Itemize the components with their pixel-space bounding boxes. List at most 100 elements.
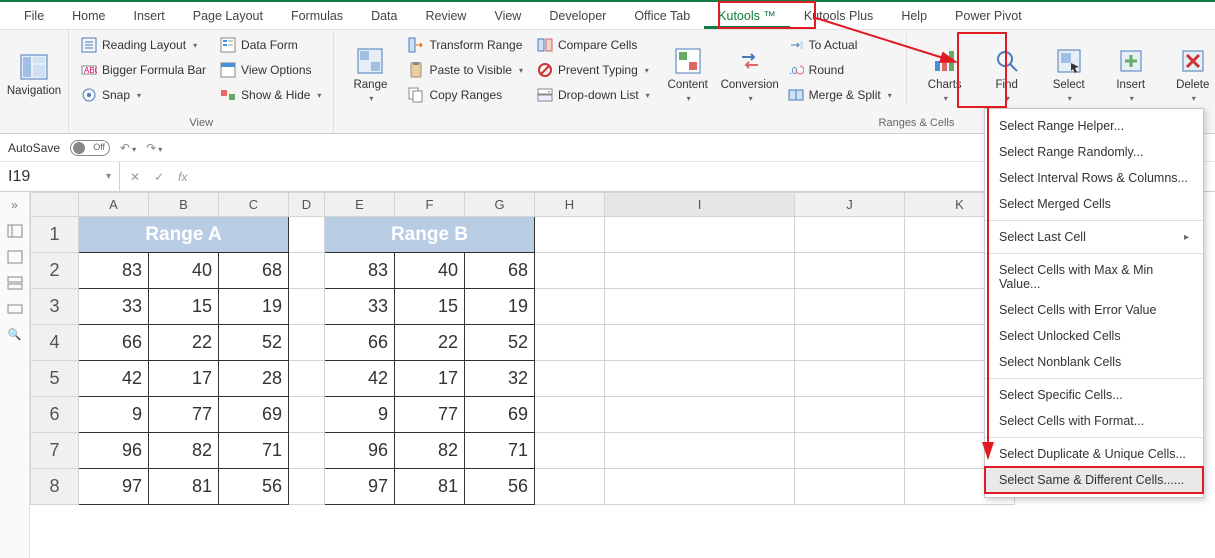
tab-formulas[interactable]: Formulas bbox=[277, 2, 357, 29]
tab-kutools[interactable]: Kutools ™ bbox=[704, 2, 790, 29]
cell[interactable]: 9 bbox=[79, 397, 149, 433]
cell[interactable] bbox=[605, 469, 795, 505]
tab-home[interactable]: Home bbox=[58, 2, 119, 29]
cell[interactable] bbox=[605, 325, 795, 361]
select-all-corner[interactable] bbox=[31, 193, 79, 217]
cell[interactable]: 56 bbox=[465, 469, 535, 505]
column-header[interactable]: G bbox=[465, 193, 535, 217]
tool-icon[interactable] bbox=[7, 224, 23, 238]
cell[interactable] bbox=[535, 325, 605, 361]
menu-item[interactable]: Select Last Cell▸ bbox=[985, 224, 1203, 250]
cell[interactable]: 15 bbox=[395, 289, 465, 325]
cell[interactable] bbox=[795, 433, 905, 469]
range-button[interactable]: Range▾ bbox=[342, 34, 398, 114]
cell[interactable]: 22 bbox=[395, 325, 465, 361]
cell[interactable]: 83 bbox=[79, 253, 149, 289]
cell[interactable]: 22 bbox=[149, 325, 219, 361]
cell[interactable] bbox=[535, 397, 605, 433]
merge-split-button[interactable]: Merge & Split▾ bbox=[784, 84, 896, 106]
column-header[interactable]: D bbox=[289, 193, 325, 217]
row-header[interactable]: 8 bbox=[31, 469, 79, 505]
tab-data[interactable]: Data bbox=[357, 2, 411, 29]
navigation-button[interactable]: Navigation bbox=[6, 34, 62, 114]
menu-item[interactable]: Select Cells with Error Value bbox=[985, 297, 1203, 323]
cell[interactable]: 77 bbox=[395, 397, 465, 433]
tab-insert[interactable]: Insert bbox=[120, 2, 179, 29]
cell[interactable] bbox=[605, 361, 795, 397]
column-header[interactable]: B bbox=[149, 193, 219, 217]
tab-developer[interactable]: Developer bbox=[535, 2, 620, 29]
cell[interactable]: 52 bbox=[219, 325, 289, 361]
cell[interactable] bbox=[289, 433, 325, 469]
cell[interactable] bbox=[289, 217, 325, 253]
fx-icon[interactable]: fx bbox=[178, 170, 187, 184]
tool-icon[interactable] bbox=[7, 302, 23, 316]
enter-formula-icon[interactable]: ✓ bbox=[154, 170, 164, 184]
cell[interactable] bbox=[605, 217, 795, 253]
prevent-typing-button[interactable]: Prevent Typing▾ bbox=[533, 59, 654, 81]
column-header[interactable]: I bbox=[605, 193, 795, 217]
menu-item[interactable]: Select Nonblank Cells bbox=[985, 349, 1203, 375]
menu-item[interactable]: Select Merged Cells bbox=[985, 191, 1203, 217]
compare-cells-button[interactable]: Compare Cells bbox=[533, 34, 654, 56]
column-header[interactable]: A bbox=[79, 193, 149, 217]
tab-review[interactable]: Review bbox=[411, 2, 480, 29]
cell[interactable]: 33 bbox=[79, 289, 149, 325]
cell[interactable] bbox=[795, 361, 905, 397]
cell[interactable]: 17 bbox=[395, 361, 465, 397]
copy-ranges-button[interactable]: Copy Ranges bbox=[404, 84, 527, 106]
menu-item[interactable]: Select Cells with Max & Min Value... bbox=[985, 257, 1203, 297]
row-header[interactable]: 6 bbox=[31, 397, 79, 433]
cell[interactable]: 42 bbox=[79, 361, 149, 397]
cell[interactable]: 15 bbox=[149, 289, 219, 325]
cell[interactable]: 82 bbox=[395, 433, 465, 469]
tab-page-layout[interactable]: Page Layout bbox=[179, 2, 277, 29]
tab-view[interactable]: View bbox=[480, 2, 535, 29]
cell[interactable]: 71 bbox=[219, 433, 289, 469]
column-header[interactable]: C bbox=[219, 193, 289, 217]
menu-item[interactable]: Select Duplicate & Unique Cells... bbox=[985, 441, 1203, 467]
menu-item[interactable]: Select Cells with Format... bbox=[985, 408, 1203, 434]
cell[interactable] bbox=[289, 469, 325, 505]
tool-icon[interactable] bbox=[7, 250, 23, 264]
cell[interactable] bbox=[795, 217, 905, 253]
cell[interactable]: 32 bbox=[465, 361, 535, 397]
column-header[interactable]: H bbox=[535, 193, 605, 217]
autosave-toggle[interactable]: Off bbox=[70, 140, 110, 156]
bigger-formula-bar-button[interactable]: ABCBigger Formula Bar bbox=[77, 59, 210, 81]
find-button[interactable]: Find▾ bbox=[979, 34, 1035, 114]
cell[interactable]: 52 bbox=[465, 325, 535, 361]
tab-office-tab[interactable]: Office Tab bbox=[620, 2, 704, 29]
cell[interactable]: 17 bbox=[149, 361, 219, 397]
row-header[interactable]: 7 bbox=[31, 433, 79, 469]
cell[interactable]: 77 bbox=[149, 397, 219, 433]
cell[interactable]: 81 bbox=[149, 469, 219, 505]
cell[interactable] bbox=[605, 253, 795, 289]
round-button[interactable]: .0Round bbox=[784, 59, 896, 81]
cell[interactable]: 68 bbox=[219, 253, 289, 289]
cell[interactable] bbox=[535, 253, 605, 289]
content-button[interactable]: Content▾ bbox=[660, 34, 716, 114]
cell[interactable] bbox=[289, 361, 325, 397]
cell[interactable]: 42 bbox=[325, 361, 395, 397]
cell[interactable]: 40 bbox=[149, 253, 219, 289]
snap-button[interactable]: Snap▾ bbox=[77, 84, 210, 106]
tab-file[interactable]: File bbox=[10, 2, 58, 29]
cell[interactable]: 82 bbox=[149, 433, 219, 469]
menu-item[interactable]: Select Same & Different Cells...... bbox=[985, 467, 1203, 493]
column-header[interactable]: J bbox=[795, 193, 905, 217]
charts-button[interactable]: Charts▾ bbox=[917, 34, 973, 114]
menu-item[interactable]: Select Range Helper... bbox=[985, 113, 1203, 139]
cell[interactable] bbox=[795, 325, 905, 361]
cell[interactable]: 97 bbox=[325, 469, 395, 505]
cell[interactable] bbox=[289, 289, 325, 325]
cell[interactable]: 9 bbox=[325, 397, 395, 433]
cell[interactable] bbox=[535, 217, 605, 253]
expand-icon[interactable]: » bbox=[11, 198, 18, 212]
cell[interactable]: 71 bbox=[465, 433, 535, 469]
tab-power-pivot[interactable]: Power Pivot bbox=[941, 2, 1036, 29]
cell[interactable]: 96 bbox=[325, 433, 395, 469]
data-form-button[interactable]: Data Form bbox=[216, 34, 325, 56]
cell[interactable]: 97 bbox=[79, 469, 149, 505]
cell[interactable]: 81 bbox=[395, 469, 465, 505]
